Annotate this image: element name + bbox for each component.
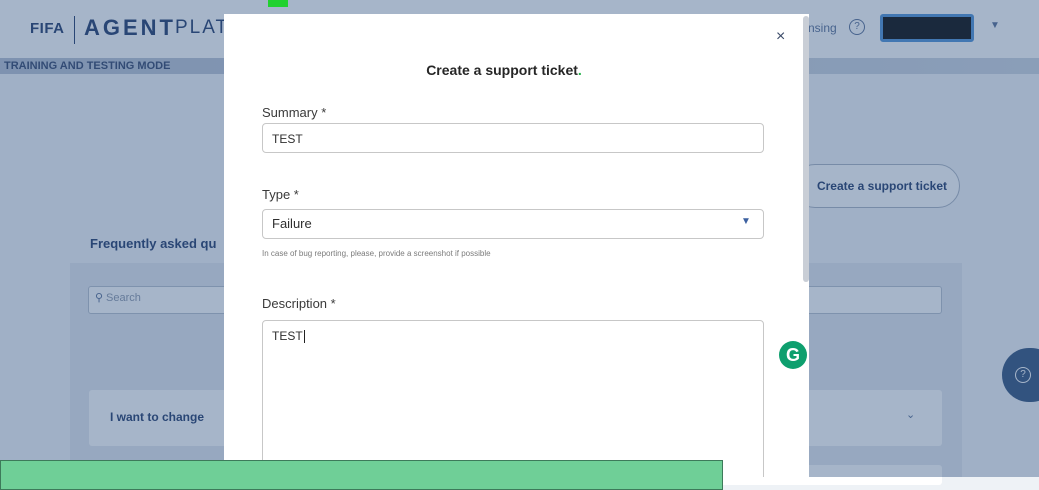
summary-label: Summary * bbox=[262, 105, 327, 120]
text-cursor bbox=[303, 330, 305, 344]
modal-scrollbar-thumb[interactable] bbox=[803, 16, 809, 282]
type-label: Type * bbox=[262, 187, 299, 202]
type-select[interactable] bbox=[262, 209, 764, 239]
summary-input[interactable]: TEST bbox=[262, 123, 764, 153]
description-value: TEST bbox=[272, 329, 303, 343]
title-accent-dot: . bbox=[577, 62, 582, 78]
highlight-marker bbox=[268, 0, 288, 7]
grammarly-icon[interactable]: G bbox=[779, 341, 807, 369]
type-hint-text: In case of bug reporting, please, provid… bbox=[262, 249, 491, 258]
description-textarea[interactable]: TEST bbox=[262, 320, 764, 477]
description-label: Description * bbox=[262, 296, 336, 311]
modal-title: Create a support ticket. bbox=[224, 62, 784, 78]
support-ticket-modal: × Create a support ticket. Summary * TES… bbox=[224, 14, 809, 477]
close-icon[interactable]: × bbox=[776, 28, 785, 46]
summary-value: TEST bbox=[272, 132, 303, 146]
highlight-bar bbox=[0, 460, 723, 490]
modal-title-text: Create a support ticket bbox=[426, 62, 578, 78]
chevron-down-icon[interactable]: ▼ bbox=[741, 216, 751, 227]
type-selected-value: Failure bbox=[272, 216, 312, 231]
